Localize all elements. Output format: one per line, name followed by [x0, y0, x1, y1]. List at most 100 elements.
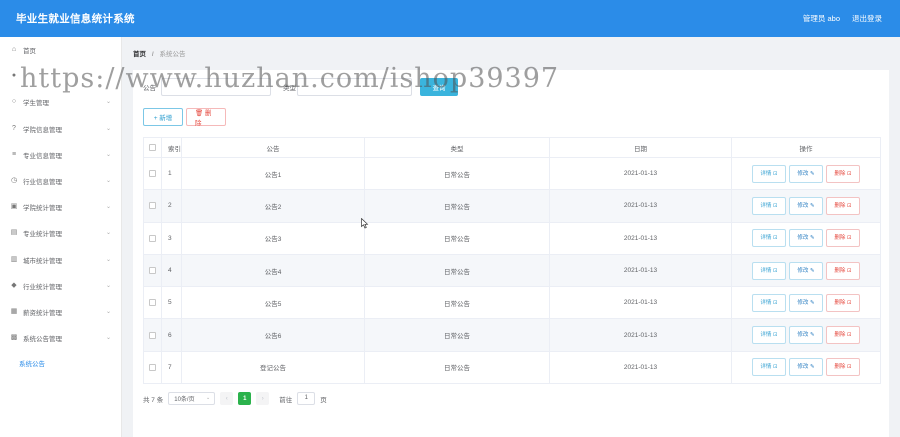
row-title: 公告4	[181, 253, 365, 288]
row-title: 公告1	[181, 156, 365, 191]
row-select-cell[interactable]	[143, 350, 162, 385]
row-type: 日常公告	[364, 253, 550, 288]
batch-delete-button[interactable]: 🗑 删除	[186, 108, 226, 127]
sidebar-item-10[interactable]: ▦ 薪资统计管理 ⌄	[0, 299, 121, 325]
page-number-current[interactable]: 1	[238, 392, 252, 405]
row-type: 日常公告	[364, 350, 550, 385]
edit-button[interactable]: 修改 ✎	[789, 358, 823, 377]
question-circle-icon: ?	[12, 124, 16, 132]
edit-button[interactable]: 修改 ✎	[789, 261, 823, 280]
row-select-cell[interactable]	[143, 253, 162, 288]
notice-table: 索引 公告 类型 日期 操作 1 公告1 日常公告 2021-01-13 详情 ⊡ 修改 …	[143, 137, 881, 385]
circle-icon: ○	[11, 98, 17, 106]
sidebar-item-3[interactable]: ? 学院信息管理 ⌄	[0, 116, 121, 142]
chevron-down-icon: ⌄	[105, 99, 111, 106]
row-checkbox[interactable]	[149, 234, 156, 242]
row-select-cell[interactable]	[143, 156, 162, 191]
row-date: 2021-01-13	[549, 286, 732, 320]
goto-page-input[interactable]: 1	[297, 392, 316, 405]
detail-button[interactable]: 详情 ⊡	[752, 261, 786, 280]
row-checkbox[interactable]	[149, 266, 156, 274]
top-bar: 毕业生就业信息统计系统 管理员 abo 退出登录	[0, 0, 900, 37]
edit-button[interactable]: 修改 ✎	[789, 293, 823, 312]
sidebar-item-9[interactable]: ◆ 行业统计管理 ⌄	[0, 273, 121, 299]
column-header-type: 类型	[364, 137, 550, 158]
delete-button[interactable]: 删除 ⊡	[826, 358, 860, 377]
sidebar-item-6[interactable]: ▣ 学院统计管理 ⌄	[0, 194, 121, 220]
sidebar-item-7[interactable]: ▤ 专业统计管理 ⌄	[0, 220, 121, 246]
page-suffix: 页	[320, 396, 327, 404]
row-actions: 详情 ⊡ 修改 ✎ 删除 ⊡	[731, 286, 881, 320]
row-date: 2021-01-13	[549, 189, 732, 223]
row-checkbox[interactable]	[149, 299, 156, 307]
row-type: 日常公告	[364, 318, 550, 352]
content-panel: 公告 类型 查询 + 新增 🗑 删除 索引 公告 类型 日期 操作 1 公告1 日常	[133, 70, 889, 437]
breadcrumb-home[interactable]: 首页	[133, 51, 146, 58]
row-actions: 详情 ⊡ 修改 ✎ 删除 ⊡	[731, 350, 881, 385]
select-all-header[interactable]	[143, 137, 162, 158]
sidebar-item-label: 学生管理	[23, 100, 49, 108]
chevron-down-icon: ⌄	[105, 177, 111, 184]
sidebar-item-11[interactable]: ▩ 系统公告管理 ⌄	[0, 325, 121, 351]
row-actions: 详情 ⊡ 修改 ✎ 删除 ⊡	[731, 253, 881, 288]
briefcase-icon: ▩	[10, 334, 18, 342]
logout-link[interactable]: 退出登录	[852, 13, 882, 24]
detail-button[interactable]: 详情 ⊡	[752, 229, 786, 248]
delete-button[interactable]: 删除 ⊡	[826, 293, 860, 312]
delete-button[interactable]: 删除 ⊡	[826, 196, 860, 215]
user-icon: ●	[11, 72, 17, 80]
row-select-cell[interactable]	[143, 286, 162, 320]
edit-button[interactable]: 修改 ✎	[789, 229, 823, 248]
column-header-date: 日期	[549, 137, 732, 158]
row-date: 2021-01-13	[549, 156, 732, 191]
message-icon: ▦	[10, 307, 18, 315]
detail-button[interactable]: 详情 ⊡	[752, 196, 786, 215]
row-select-cell[interactable]	[143, 189, 162, 223]
sidebar-item-4[interactable]: ≡ 专业信息管理 ⌄	[0, 142, 121, 168]
table-row: 2 公告2 日常公告 2021-01-13 详情 ⊡ 修改 ✎ 删除 ⊡	[143, 189, 881, 223]
table-header-row: 索引 公告 类型 日期 操作	[143, 137, 881, 158]
sidebar-item-label: 城市统计管理	[23, 257, 62, 265]
edit-button[interactable]: 修改 ✎	[789, 326, 823, 345]
row-actions: 详情 ⊡ 修改 ✎ 删除 ⊡	[731, 189, 881, 223]
sidebar-subitem-notice[interactable]: 系统公告	[0, 351, 121, 375]
row-checkbox[interactable]	[149, 170, 156, 178]
delete-button[interactable]: 删除 ⊡	[826, 164, 860, 183]
row-title: 公告6	[181, 318, 365, 352]
row-checkbox[interactable]	[149, 202, 156, 210]
row-index: 3	[161, 221, 182, 255]
detail-button[interactable]: 详情 ⊡	[752, 164, 786, 183]
edit-button[interactable]: 修改 ✎	[789, 196, 823, 215]
row-title: 登记公告	[181, 350, 365, 385]
column-header-index: 索引	[161, 137, 182, 158]
sidebar-item-0[interactable]: ⌂ 首页	[0, 37, 121, 63]
row-checkbox[interactable]	[149, 331, 156, 339]
page-size-select[interactable]: 10条/页 ⌄	[168, 392, 216, 405]
column-header-title: 公告	[181, 137, 365, 158]
row-select-cell[interactable]	[143, 221, 162, 255]
row-checkbox[interactable]	[149, 363, 156, 371]
delete-button[interactable]: 删除 ⊡	[826, 229, 860, 248]
row-date: 2021-01-13	[549, 318, 732, 352]
row-select-cell[interactable]	[143, 318, 162, 352]
row-date: 2021-01-13	[549, 350, 732, 385]
select-all-checkbox[interactable]	[149, 143, 156, 151]
row-index: 1	[161, 156, 182, 191]
sidebar-item-5[interactable]: ◷ 行业信息管理 ⌄	[0, 168, 121, 194]
breadcrumb-separator: /	[151, 51, 154, 58]
detail-button[interactable]: 详情 ⊡	[752, 326, 786, 345]
prev-page-button[interactable]: ‹	[220, 392, 234, 405]
chevron-down-icon: ⌄	[105, 204, 111, 211]
edit-button[interactable]: 修改 ✎	[789, 164, 823, 183]
table-row: 1 公告1 日常公告 2021-01-13 详情 ⊡ 修改 ✎ 删除 ⊡	[143, 156, 881, 191]
detail-button[interactable]: 详情 ⊡	[752, 358, 786, 377]
delete-button[interactable]: 删除 ⊡	[826, 326, 860, 345]
delete-button[interactable]: 删除 ⊡	[826, 261, 860, 280]
next-page-button[interactable]: ›	[256, 392, 270, 405]
bank-icon: ▣	[10, 203, 18, 211]
sidebar-item-8[interactable]: ▥ 城市统计管理 ⌄	[0, 247, 121, 273]
detail-button[interactable]: 详情 ⊡	[752, 293, 786, 312]
table-row: 4 公告4 日常公告 2021-01-13 详情 ⊡ 修改 ✎ 删除 ⊡	[143, 253, 881, 288]
add-button[interactable]: + 新增	[143, 108, 183, 126]
breadcrumb: 首页 / 系统公告	[133, 48, 185, 58]
